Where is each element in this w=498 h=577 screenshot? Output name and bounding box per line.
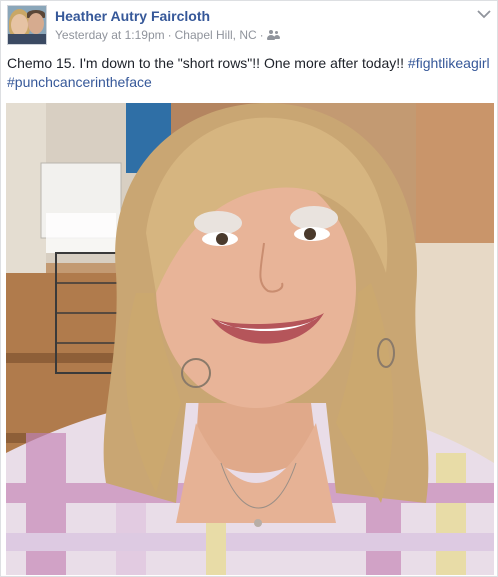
post-location[interactable]: Chapel Hill, NC [175, 28, 257, 42]
post-timestamp[interactable]: Yesterday at 1:19pm [55, 28, 165, 42]
profile-avatar[interactable] [7, 5, 47, 45]
post-meta: Yesterday at 1:19pm · Chapel Hill, NC · [55, 28, 281, 42]
post-body-text: Chemo 15. I'm down to the "short rows"!!… [7, 55, 408, 71]
friends-icon[interactable] [266, 29, 281, 41]
post-card: Heather Autry Faircloth Yesterday at 1:1… [0, 0, 498, 577]
hashtag-link-1[interactable]: #fightlikeagirl [408, 55, 490, 71]
meta-separator-2: · [259, 28, 264, 42]
hashtag-link-2[interactable]: #punchcancerintheface [7, 74, 152, 90]
selfie-photo[interactable] [6, 103, 494, 575]
chevron-down-icon[interactable] [477, 9, 491, 19]
author-name[interactable]: Heather Autry Faircloth [55, 8, 210, 24]
post-header: Heather Autry Faircloth Yesterday at 1:1… [7, 5, 491, 47]
meta-separator: · [167, 28, 172, 42]
post-text: Chemo 15. I'm down to the "short rows"!!… [7, 54, 493, 92]
